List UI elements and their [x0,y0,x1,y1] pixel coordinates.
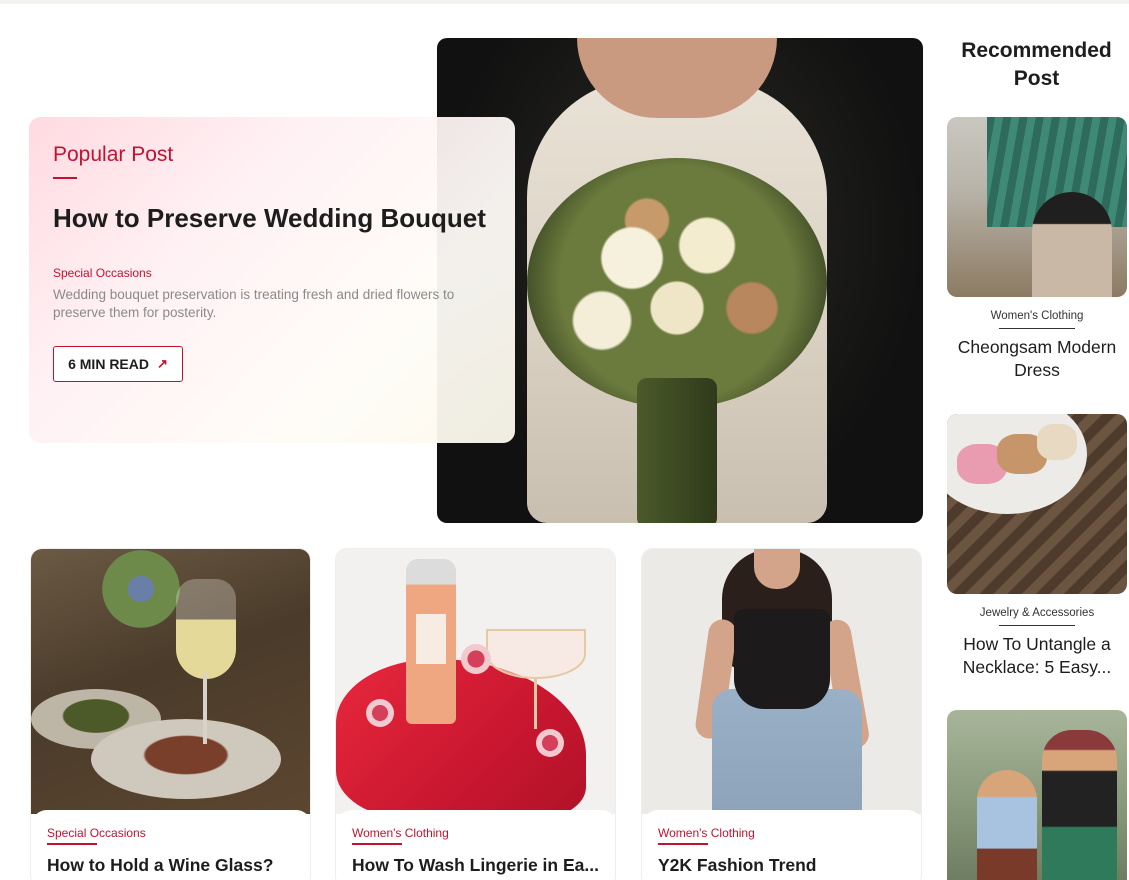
arrow-up-right-icon: ↗ [157,356,168,371]
carnation-shape [366,699,394,727]
popular-label-underline [53,177,77,179]
bottle-label-shape [416,614,446,664]
recommended-item[interactable]: Jewelry & Accessories How To Untangle a … [947,414,1127,679]
category-underline [999,625,1075,626]
post-category[interactable]: Women's Clothing [658,826,907,840]
recommended-image[interactable] [947,710,1127,880]
wine-glass-shape [176,579,236,679]
category-underline [47,843,97,845]
post-category[interactable]: Women's Clothing [352,826,601,840]
person-shape [1032,192,1112,297]
carnation-shape [536,729,564,757]
post-card-info: Women's Clothing How To Wash Lingerie in… [336,810,615,880]
carnation-shape [461,644,491,674]
post-category[interactable]: Special Occasions [47,826,296,840]
popular-post-title[interactable]: How to Preserve Wedding Bouquet [53,203,486,234]
recommended-title[interactable]: Cheongsam Modern Dress [947,336,1127,382]
top-shape [734,609,830,709]
post-image[interactable] [336,549,615,814]
read-time-label: 6 MIN READ [68,356,149,372]
post-image[interactable] [31,549,310,814]
post-card[interactable]: Women's Clothing Y2K Fashion Trend [641,548,922,880]
recommended-item[interactable] [947,710,1127,880]
category-underline [999,328,1075,329]
popular-post-description: Wedding bouquet preservation is treating… [53,287,455,320]
person-shape [1042,730,1117,880]
recommended-item[interactable]: Women's Clothing Cheongsam Modern Dress [947,117,1127,382]
person-shape [977,770,1037,880]
post-card-info: Women's Clothing Y2K Fashion Trend [642,810,921,880]
recommended-image[interactable] [947,414,1127,594]
recommended-image[interactable] [947,117,1127,297]
post-title[interactable]: How to Hold a Wine Glass? [47,855,296,876]
popular-post-category[interactable]: Special Occasions [53,266,152,280]
glass-stem-shape [203,674,207,744]
recommended-heading: Recommended Post [961,39,1112,90]
face-shape [754,549,800,589]
coupe-stem-shape [534,679,537,729]
read-more-button[interactable]: 6 MIN READ ↗ [53,346,183,382]
recommended-category[interactable]: Jewelry & Accessories [947,607,1127,619]
macaron-shape [1037,424,1077,460]
post-card-info: Special Occasions How to Hold a Wine Gla… [31,810,310,880]
bowl-shape [91,719,281,799]
recommended-title[interactable]: How To Untangle a Necklace: 5 Easy... [947,633,1127,679]
stems-shape [637,378,717,523]
bouquet-shape [527,158,827,408]
recommended-category[interactable]: Women's Clothing [947,310,1127,322]
post-title[interactable]: Y2K Fashion Trend [658,855,907,876]
category-underline [658,843,708,845]
category-underline [352,843,402,845]
popular-post-card: Popular Post How to Preserve Wedding Bou… [29,117,515,443]
popular-post-label: Popular Post [53,143,174,166]
coupe-glass-shape [486,629,586,679]
post-title[interactable]: How To Wash Lingerie in Ea... [352,855,601,876]
post-card[interactable]: Women's Clothing How To Wash Lingerie in… [335,548,616,880]
post-card[interactable]: Special Occasions How to Hold a Wine Gla… [30,548,311,880]
post-image[interactable] [642,549,921,814]
top-bar [0,0,1129,4]
